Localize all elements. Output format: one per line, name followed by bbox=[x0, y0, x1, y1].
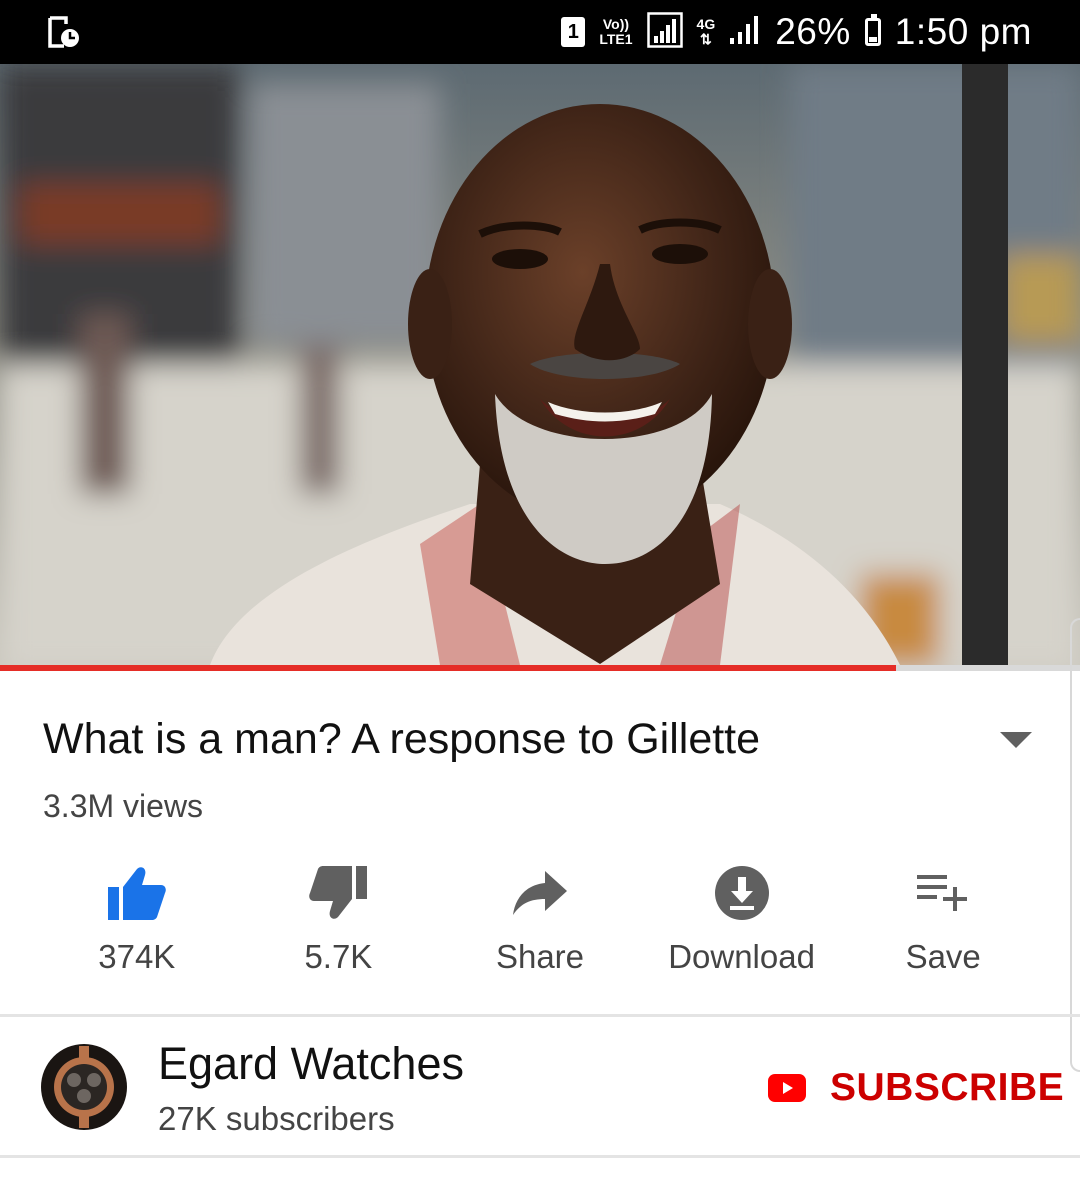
battery-icon bbox=[864, 14, 881, 46]
subscribe-label: SUBSCRIBE bbox=[830, 1066, 1065, 1109]
share-button[interactable]: Share bbox=[439, 858, 641, 988]
chevron-down-icon bbox=[1000, 732, 1032, 748]
thumbs-down-icon bbox=[309, 866, 368, 919]
dislike-count: 5.7K bbox=[304, 938, 373, 975]
signal-sim2-icon bbox=[729, 14, 761, 51]
divider bbox=[0, 1014, 1080, 1017]
like-button[interactable]: 374K bbox=[36, 858, 238, 988]
channel-name[interactable]: Egard Watches bbox=[158, 1038, 464, 1090]
thumbs-up-icon bbox=[107, 867, 166, 920]
subscribe-button[interactable]: SUBSCRIBE bbox=[768, 1066, 1064, 1110]
video-frame-image bbox=[0, 64, 1080, 665]
clock: 1:50 pm bbox=[894, 11, 1032, 52]
sim-slot-badge: 1 bbox=[561, 17, 586, 47]
action-bar: 374K 5.7K Share Download Save bbox=[36, 858, 1044, 988]
subscriber-count: 27K subscribers bbox=[158, 1100, 395, 1137]
share-label: Share bbox=[495, 938, 585, 975]
edge-panel-handle[interactable] bbox=[1070, 618, 1080, 1072]
video-title: What is a man? A response to Gillette bbox=[43, 715, 761, 763]
watch-logo-icon bbox=[41, 1044, 127, 1130]
expand-description-button[interactable] bbox=[996, 725, 1036, 755]
battery-percent: 26% bbox=[775, 11, 851, 52]
status-bar: 1 Vo)) LTE1 4G ⇅ 26% 1:50 pm bbox=[0, 0, 1080, 64]
signal-sim1-icon bbox=[646, 11, 683, 53]
screen-recorder-icon bbox=[46, 15, 82, 54]
download-label: Download bbox=[668, 938, 815, 975]
dislike-button[interactable]: 5.7K bbox=[238, 858, 440, 988]
download-icon bbox=[714, 866, 769, 920]
channel-avatar[interactable] bbox=[41, 1044, 127, 1130]
add-to-playlist-icon bbox=[917, 875, 968, 911]
divider bbox=[0, 1155, 1080, 1158]
video-progress-fill bbox=[0, 665, 897, 671]
save-button[interactable]: Save bbox=[842, 858, 1044, 988]
network-type-indicator: 4G ⇅ bbox=[696, 16, 716, 47]
video-player[interactable] bbox=[0, 64, 1080, 665]
video-progress-bar[interactable] bbox=[0, 665, 1080, 671]
youtube-play-icon bbox=[768, 1074, 806, 1102]
volte-indicator: Vo)) LTE1 bbox=[599, 16, 633, 47]
share-icon bbox=[512, 871, 567, 915]
save-label: Save bbox=[905, 938, 981, 975]
download-button[interactable]: Download bbox=[641, 858, 843, 988]
view-count: 3.3M views bbox=[43, 788, 204, 824]
like-count: 374K bbox=[98, 938, 176, 975]
